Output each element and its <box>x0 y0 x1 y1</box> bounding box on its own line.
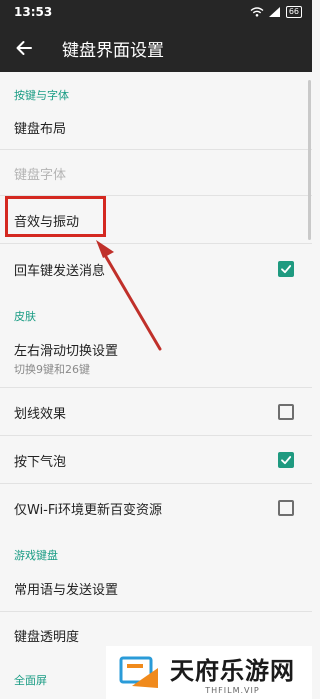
setting-wifi-update[interactable]: 仅Wi-Fi环境更新百变资源 <box>0 484 312 532</box>
setting-enter-send[interactable]: 回车键发送消息 <box>0 244 312 294</box>
arrow-left-icon <box>16 41 32 55</box>
setting-sublabel: 切换9键和26键 <box>14 363 90 376</box>
swipe-effect-checkbox[interactable] <box>278 404 294 420</box>
setting-press-bubble[interactable]: 按下气泡 <box>0 436 312 484</box>
signal-icon <box>268 7 280 17</box>
wifi-update-checkbox[interactable] <box>278 500 294 516</box>
back-button[interactable] <box>0 24 48 72</box>
wifi-icon <box>250 7 264 17</box>
setting-label: 划线效果 <box>14 407 67 422</box>
section-header-game-keyboard: 游戏键盘 <box>14 549 58 562</box>
page-title: 键盘界面设置 <box>62 40 164 61</box>
scrollbar[interactable] <box>308 80 311 240</box>
setting-label: 回车键发送消息 <box>14 264 106 279</box>
press-bubble-checkbox[interactable] <box>278 452 294 468</box>
enter-send-checkbox[interactable] <box>278 261 294 277</box>
watermark-site: THFILM.VIP <box>205 685 260 695</box>
section-header-fullscreen: 全面屏 <box>14 674 47 687</box>
setting-keyboard-layout[interactable]: 键盘布局 <box>0 104 312 150</box>
watermark: 天府乐游网 THFILM.VIP <box>106 646 312 699</box>
app-bar: 键盘界面设置 <box>0 24 312 72</box>
status-bar: 13:53 66 <box>0 0 312 24</box>
setting-label: 常用语与发送设置 <box>14 583 119 598</box>
status-icons: 66 <box>250 6 302 18</box>
check-icon <box>281 265 292 274</box>
setting-label: 键盘字体 <box>14 168 67 183</box>
section-header-skin: 皮肤 <box>14 310 36 323</box>
section-header-keys-fonts: 按键与字体 <box>14 89 69 102</box>
setting-label: 键盘布局 <box>14 122 67 137</box>
status-time: 13:53 <box>14 5 53 19</box>
setting-common-phrases[interactable]: 常用语与发送设置 <box>0 564 312 612</box>
setting-swipe-effect[interactable]: 划线效果 <box>0 388 312 436</box>
setting-keyboard-font[interactable]: 键盘字体 <box>0 150 312 196</box>
check-icon <box>281 456 292 465</box>
battery-icon: 66 <box>285 6 302 18</box>
watermark-name: 天府乐游网 <box>170 656 295 685</box>
setting-label: 仅Wi-Fi环境更新百变资源 <box>14 503 163 518</box>
setting-label: 左右滑动切换设置 <box>14 344 119 359</box>
setting-label: 键盘透明度 <box>14 630 80 645</box>
setting-swipe-switch[interactable]: 左右滑动切换设置 切换9键和26键 <box>0 326 312 388</box>
setting-label: 按下气泡 <box>14 455 67 470</box>
site-logo-icon <box>119 656 158 688</box>
annotation-highlight-box <box>5 196 106 237</box>
